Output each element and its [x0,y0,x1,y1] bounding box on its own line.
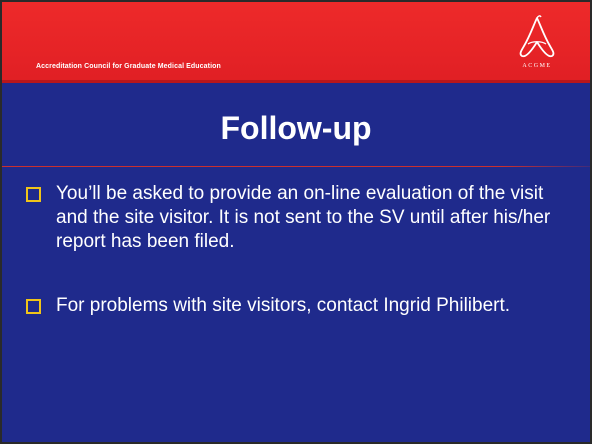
logo-text: ACGME [522,63,552,69]
square-bullet-icon [26,299,41,314]
bullet-list: You’ll be asked to provide an on-line ev… [24,182,564,318]
header-band: Accreditation Council for Graduate Medic… [2,2,590,83]
acgme-logo-icon: ACGME [514,14,560,74]
slide: Accreditation Council for Graduate Medic… [0,0,592,444]
bullet-text: For problems with site visitors, contact… [56,295,511,316]
organization-name: Accreditation Council for Graduate Medic… [36,63,221,70]
title-divider [2,166,590,167]
bullet-item: For problems with site visitors, contact… [24,294,564,318]
bullet-item: You’ll be asked to provide an on-line ev… [24,182,564,254]
slide-title: Follow-up [220,110,372,146]
square-bullet-icon [26,187,41,202]
bullet-text: You’ll be asked to provide an on-line ev… [56,183,551,252]
